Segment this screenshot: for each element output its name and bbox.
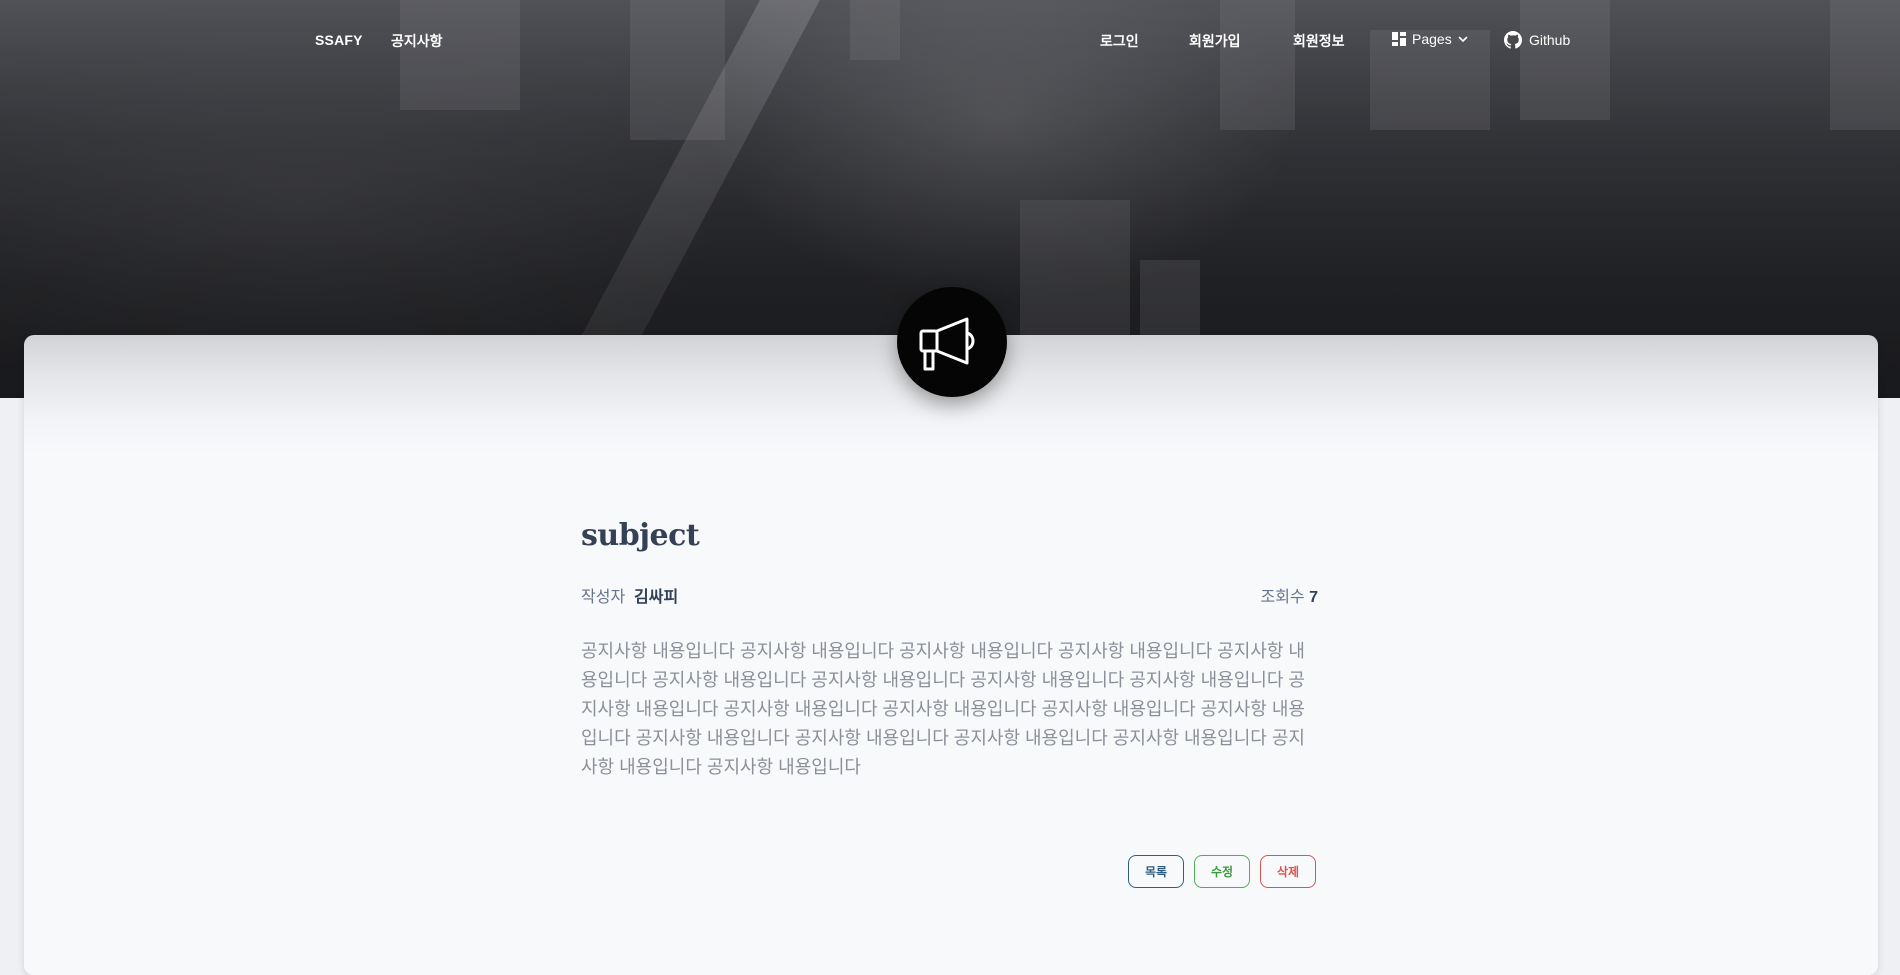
nav-notice-link[interactable]: 공지사항: [391, 31, 443, 51]
author-name: 김싸피: [634, 589, 679, 606]
notice-avatar: [897, 287, 1007, 397]
dashboard-grid-icon: [1392, 32, 1406, 46]
post-content: 공지사항 내용입니다 공지사항 내용입니다 공지사항 내용입니다 공지사항 내용…: [581, 641, 1305, 777]
nav-pages-label: Pages: [1412, 31, 1452, 47]
chevron-down-icon: [1458, 36, 1468, 43]
brand-logo-link[interactable]: SSAFY: [315, 32, 363, 48]
views-label: 조회수: [1260, 589, 1310, 606]
nav-login-link[interactable]: 로그인: [1100, 31, 1139, 51]
views-counter: 조회수 7: [1260, 583, 1318, 607]
list-button[interactable]: 목록: [1128, 855, 1184, 888]
nav-member-info-link[interactable]: 회원정보: [1293, 31, 1345, 51]
nav-github-link[interactable]: Github: [1504, 31, 1570, 49]
megaphone-icon: [919, 317, 975, 371]
github-icon: [1504, 31, 1522, 49]
nav-pages-dropdown[interactable]: Pages: [1392, 31, 1468, 47]
nav-github-label: Github: [1529, 32, 1571, 48]
author-label: 작성자: [581, 589, 626, 606]
post-subject: subject: [581, 518, 700, 553]
top-navbar: SSAFY 공지사항 로그인 회원가입 회원정보 Pages Github: [0, 0, 1900, 82]
delete-button[interactable]: 삭제: [1260, 855, 1316, 888]
views-count: 7: [1309, 589, 1318, 606]
nav-join-link[interactable]: 회원가입: [1189, 31, 1241, 51]
edit-button[interactable]: 수정: [1194, 855, 1250, 888]
